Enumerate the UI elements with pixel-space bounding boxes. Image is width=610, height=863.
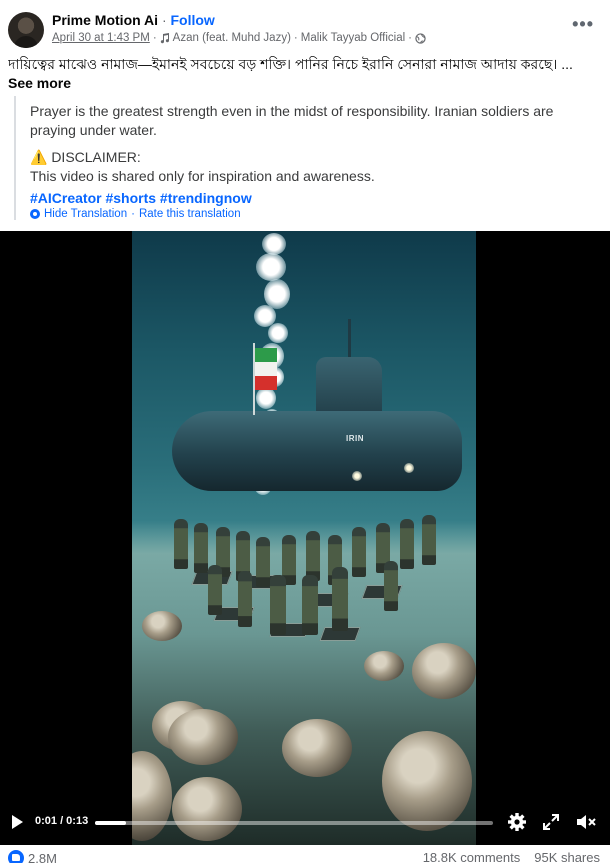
coral [142, 611, 182, 641]
video-frame: IRIN [132, 231, 476, 845]
post-date[interactable]: April 30 at 1:43 PM [52, 32, 150, 44]
diver-figure [238, 571, 252, 627]
diver-figure [352, 527, 366, 577]
coral [282, 719, 352, 777]
actions-dot: · [131, 208, 135, 220]
disclaimer-title: ⚠️ DISCLAIMER: [30, 149, 141, 165]
rate-translation-link[interactable]: Rate this translation [139, 208, 241, 220]
submarine-light [352, 471, 362, 481]
reaction-count: 2.8M [28, 850, 57, 863]
comment-count[interactable]: 18.8K comments [423, 850, 521, 863]
mute-icon[interactable] [575, 812, 597, 832]
author-name[interactable]: Prime Motion Ai [52, 12, 158, 28]
coral [364, 651, 404, 681]
disclaimer-body: This video is shared only for inspiratio… [30, 168, 375, 184]
diver-figure [306, 531, 320, 581]
iran-flag-icon [255, 348, 277, 390]
fullscreen-icon[interactable] [541, 812, 561, 832]
audio-artist[interactable]: Malik Tayyab Official [301, 32, 405, 44]
post-stats: 2.8M 18.8K comments 95K shares [0, 845, 610, 863]
share-count[interactable]: 95K shares [534, 850, 600, 863]
globe-icon [415, 32, 426, 44]
diver-figure [194, 523, 208, 573]
diver-figure [384, 561, 398, 611]
video-progress-bar[interactable] [95, 821, 493, 825]
diver-figure [208, 565, 222, 615]
diver-figure [270, 575, 286, 635]
meta-dot: · [408, 32, 412, 44]
submarine-light [404, 463, 414, 473]
engagement-counts: 18.8K comments 95K shares [423, 850, 600, 863]
translate-settings-icon [30, 209, 40, 219]
hull-marking: IRIN [346, 434, 364, 443]
video-progress-fill [95, 821, 126, 825]
submarine-hull [172, 411, 462, 491]
audio-track[interactable]: Azan (feat. Muhd Jazy) [173, 32, 291, 44]
meta-dot: · [152, 32, 157, 44]
follow-button[interactable]: Follow [171, 12, 215, 28]
meta-dot: · [293, 32, 298, 44]
post-meta: April 30 at 1:43 PM · Azan (feat. Muhd J… [52, 32, 426, 44]
diver-figure [422, 515, 436, 565]
like-icon [8, 850, 24, 863]
gear-icon[interactable] [507, 812, 527, 832]
submarine-mast [348, 319, 351, 359]
coral [168, 709, 238, 765]
diver-figure [302, 575, 318, 635]
hide-translation-link[interactable]: Hide Translation [44, 208, 127, 220]
separator-dot: · [161, 12, 167, 28]
translation-actions: Hide Translation · Rate this translation [30, 208, 602, 220]
video-time: 0:01 / 0:13 [35, 815, 89, 827]
music-note-icon [160, 32, 169, 43]
diver-figure [332, 567, 348, 631]
hashtags[interactable]: #AICreator #shorts #trendingnow [30, 190, 602, 206]
diver-figure [256, 537, 270, 587]
play-icon[interactable] [12, 815, 23, 829]
diver-figure [174, 519, 188, 569]
more-options-icon[interactable]: ••• [572, 14, 594, 35]
see-more-link[interactable]: See more [8, 75, 71, 91]
reactions-summary[interactable]: 2.8M [8, 850, 57, 863]
translated-text: Prayer is the greatest strength even in … [30, 103, 554, 138]
video-controls: 0:01 / 0:13 [0, 801, 610, 845]
diver-figure [400, 519, 414, 569]
video-player[interactable]: IRIN 0:01 / 0:13 [0, 231, 610, 845]
post-header: Prime Motion Ai · Follow April 30 at 1:4… [0, 0, 610, 48]
coral [412, 643, 476, 699]
author-row: Prime Motion Ai · Follow [52, 12, 215, 28]
post-caption: দায়িত্বের মাঝেও নামাজ—ইমানই সবচেয়ে বড়… [8, 56, 573, 72]
avatar[interactable] [8, 12, 44, 48]
translation-block: Prayer is the greatest strength even in … [14, 96, 602, 220]
